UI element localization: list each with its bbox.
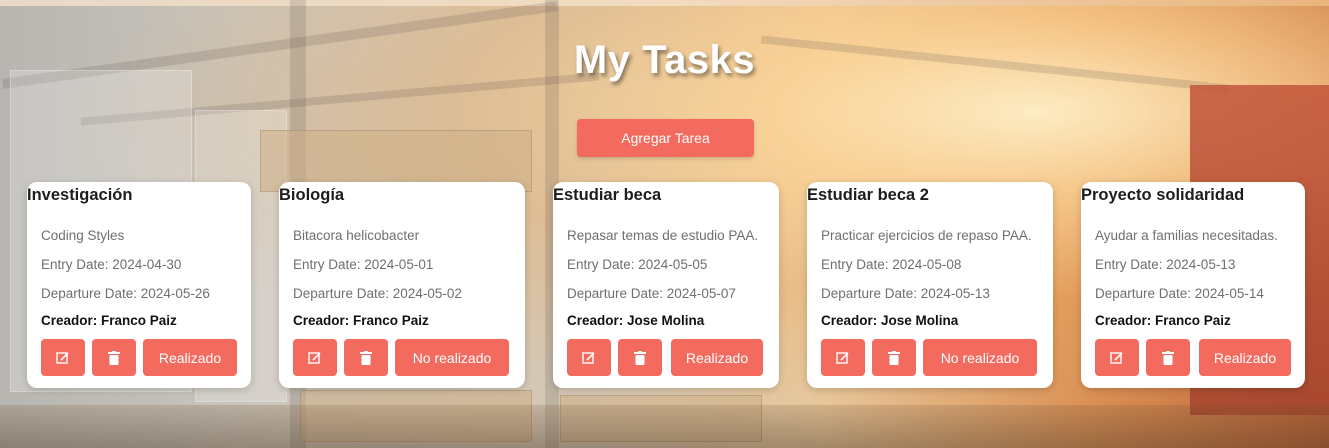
task-departure-date: Departure Date: 2024-05-07 [567,286,736,301]
edit-icon [56,351,69,364]
add-task-button[interactable]: Agregar Tarea [577,119,754,157]
edit-icon [836,351,849,364]
task-description: Coding Styles [41,228,125,243]
trash-icon [888,350,900,365]
task-departure-date: Departure Date: 2024-05-13 [821,286,990,301]
task-title: Biología [279,186,345,204]
task-entry-date: Entry Date: 2024-04-30 [41,257,182,272]
task-entry-date: Entry Date: 2024-05-05 [567,257,708,272]
edit-button[interactable] [567,339,611,376]
edit-button[interactable] [1095,339,1139,376]
status-toggle-button[interactable]: Realizado [671,339,763,376]
task-title: Estudiar beca 2 [807,186,929,204]
edit-icon [1110,351,1123,364]
task-creator: Creador: Jose Molina [567,313,705,328]
task-card: Estudiar beca Repasar temas de estudio P… [553,182,779,388]
task-creator: Creador: Franco Paiz [41,313,177,328]
delete-button[interactable] [344,339,388,376]
delete-button[interactable] [92,339,136,376]
task-entry-date: Entry Date: 2024-05-01 [293,257,434,272]
edit-icon [582,351,595,364]
warehouse-background: My Tasks Agregar Tarea Investigación Cod… [0,0,1329,448]
floor-shadow [0,405,1329,448]
status-toggle-button[interactable]: No realizado [923,339,1037,376]
edit-button[interactable] [821,339,865,376]
task-creator: Creador: Jose Molina [821,313,959,328]
edit-button[interactable] [293,339,337,376]
task-creator: Creador: Franco Paiz [293,313,429,328]
task-departure-date: Departure Date: 2024-05-14 [1095,286,1264,301]
task-description: Repasar temas de estudio PAA. [567,228,759,243]
trash-icon [634,350,646,365]
delete-button[interactable] [1146,339,1190,376]
task-departure-date: Departure Date: 2024-05-26 [41,286,210,301]
task-departure-date: Departure Date: 2024-05-02 [293,286,462,301]
page-title: My Tasks [573,38,756,82]
status-toggle-button[interactable]: Realizado [1199,339,1291,376]
task-title: Proyecto solidaridad [1081,186,1245,204]
task-card: Proyecto solidaridad Ayudar a familias n… [1081,182,1305,388]
task-title: Estudiar beca [553,186,662,204]
task-creator: Creador: Franco Paiz [1095,313,1231,328]
task-entry-date: Entry Date: 2024-05-13 [1095,257,1236,272]
task-card: Investigación Coding Styles Entry Date: … [27,182,251,388]
edit-button[interactable] [41,339,85,376]
task-card: Estudiar beca 2 Practicar ejercicios de … [807,182,1053,388]
task-description: Practicar ejercicios de repaso PAA. [821,228,1032,243]
task-description: Bitacora helicobacter [293,228,420,243]
top-border [0,0,1329,6]
task-card: Biología Bitacora helicobacter Entry Dat… [279,182,525,388]
task-description: Ayudar a familias necesitadas. [1095,228,1278,243]
delete-button[interactable] [872,339,916,376]
trash-icon [360,350,372,365]
status-toggle-button[interactable]: Realizado [143,339,237,376]
trash-icon [1162,350,1174,365]
delete-button[interactable] [618,339,662,376]
task-title: Investigación [27,186,133,204]
trash-icon [108,350,120,365]
status-toggle-button[interactable]: No realizado [395,339,509,376]
edit-icon [308,351,321,364]
task-entry-date: Entry Date: 2024-05-08 [821,257,962,272]
